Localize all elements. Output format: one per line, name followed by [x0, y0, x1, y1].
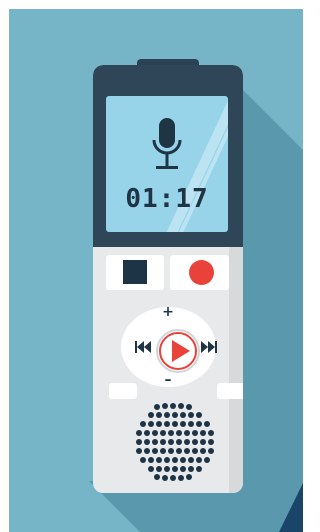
recording-time: 01:17 [125, 184, 209, 214]
microphone-icon [152, 118, 182, 169]
illustration-background: 01:17 + – [9, 9, 303, 532]
stop-button[interactable] [106, 255, 164, 290]
volume-up-button[interactable]: + [160, 304, 176, 320]
fast-forward-icon[interactable] [201, 341, 217, 353]
record-icon [189, 260, 214, 285]
stop-icon [123, 260, 147, 284]
speaker-grille [136, 403, 214, 481]
upper-panel: 01:17 [93, 65, 243, 247]
side-button-left[interactable] [109, 383, 137, 399]
volume-down-button[interactable]: – [160, 372, 176, 388]
recorder-body: 01:17 + – [93, 65, 243, 493]
play-icon [159, 332, 197, 370]
button-row [106, 255, 229, 290]
lcd-screen: 01:17 [106, 96, 228, 232]
play-button[interactable] [156, 329, 200, 373]
voice-recorder: 01:17 + – [93, 59, 243, 493]
rewind-icon[interactable] [135, 341, 151, 353]
record-button[interactable] [170, 255, 229, 290]
side-button-right[interactable] [217, 383, 243, 399]
